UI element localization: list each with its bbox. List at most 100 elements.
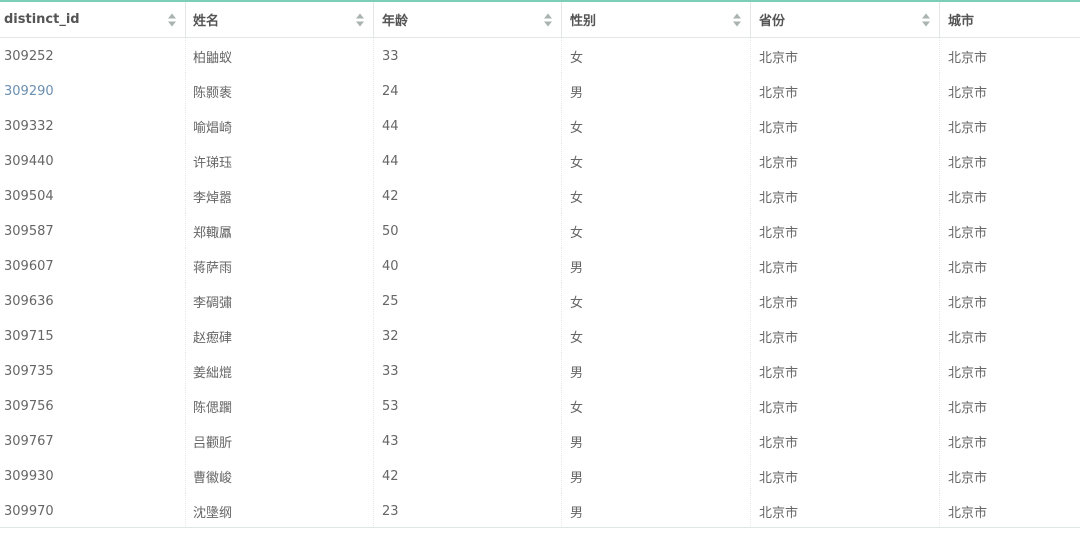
cell-text: 北京市 <box>948 400 988 416</box>
cell-text: 309715 <box>4 328 54 344</box>
cell-text: 女 <box>570 225 584 241</box>
table-row[interactable]: 309290 陈颢袠 24 男 北京市 北京市 <box>0 73 1080 108</box>
cell-text: 309504 <box>4 188 54 204</box>
table-row[interactable]: 309767 吕颧肵 43 男 北京市 北京市 <box>0 423 1080 458</box>
cell-text: 42 <box>382 188 399 204</box>
cell-text: 沈墬纲 <box>193 505 233 521</box>
table-row[interactable]: 309504 李焯嚣 42 女 北京市 北京市 <box>0 178 1080 213</box>
cell-text: 北京市 <box>948 85 988 101</box>
table-row[interactable]: 309636 李碉彇 25 女 北京市 北京市 <box>0 283 1080 318</box>
table-row[interactable]: 309930 曹徽峻 42 男 北京市 北京市 <box>0 458 1080 493</box>
cell-text: 309970 <box>4 503 54 519</box>
column-header-name[interactable]: 姓名 <box>185 2 373 37</box>
cell-text: 男 <box>570 505 584 521</box>
province-cell: 北京市 <box>750 318 939 353</box>
cell-text: 北京市 <box>948 260 988 276</box>
cell-text: 北京市 <box>948 295 988 311</box>
cell-text: 北京市 <box>948 155 988 171</box>
cell-text: 北京市 <box>759 190 799 206</box>
gender-cell: 女 <box>561 283 750 318</box>
cell-text: 北京市 <box>759 435 799 451</box>
table-row[interactable]: 309252 柏鼬蚁 33 女 北京市 北京市 <box>0 38 1080 73</box>
cell-text: 24 <box>382 83 399 99</box>
table-row[interactable]: 309970 沈墬纲 23 男 北京市 北京市 <box>0 493 1080 527</box>
table-row[interactable]: 309607 蒋萨雨 40 男 北京市 北京市 <box>0 248 1080 283</box>
column-header-label: distinct_id <box>4 12 80 27</box>
cell-text: 23 <box>382 503 399 519</box>
name-cell: 陈偲躙 <box>185 388 373 423</box>
table-row[interactable]: 309587 郑輙屭 50 女 北京市 北京市 <box>0 213 1080 248</box>
column-header-city[interactable]: 城市 <box>939 2 1080 37</box>
cell-text: 42 <box>382 468 399 484</box>
gender-cell: 男 <box>561 248 750 283</box>
gender-cell: 男 <box>561 73 750 108</box>
distinct-id-cell: 309715 <box>0 318 185 353</box>
age-cell: 44 <box>373 108 561 143</box>
name-cell: 陈颢袠 <box>185 73 373 108</box>
age-cell: 33 <box>373 38 561 73</box>
cell-text: 北京市 <box>759 470 799 486</box>
cell-text: 309930 <box>4 468 54 484</box>
cell-text: 女 <box>570 400 584 416</box>
cell-text: 北京市 <box>948 470 988 486</box>
cell-text: 赵瘛硉 <box>193 330 233 346</box>
distinct-id-cell: 309930 <box>0 458 185 493</box>
age-cell: 23 <box>373 493 561 527</box>
table-row[interactable]: 309735 姜絀熴 33 男 北京市 北京市 <box>0 353 1080 388</box>
name-cell: 吕颧肵 <box>185 423 373 458</box>
column-header-distinct-id[interactable]: distinct_id <box>0 2 185 37</box>
city-cell: 北京市 <box>939 213 1080 248</box>
distinct-id-cell: 309332 <box>0 108 185 143</box>
table-body: 309252 柏鼬蚁 33 女北京市 北京市 309290 陈颢袠 24 男北京市 北京市 3093… <box>0 38 1080 527</box>
sort-icon[interactable] <box>356 13 365 26</box>
column-header-gender[interactable]: 性别 <box>561 2 750 37</box>
cell-text: 陈颢袠 <box>193 85 233 101</box>
sort-icon[interactable] <box>733 13 742 26</box>
table-row[interactable]: 309756 陈偲躙 53 女 北京市 北京市 <box>0 388 1080 423</box>
gender-cell: 女 <box>561 38 750 73</box>
distinct-id-cell: 309504 <box>0 178 185 213</box>
distinct-id-cell: 309607 <box>0 248 185 283</box>
column-header-province[interactable]: 省份 <box>750 2 939 37</box>
cell-text: 北京市 <box>948 190 988 206</box>
column-header-age[interactable]: 年龄 <box>373 2 561 37</box>
gender-cell: 女 <box>561 388 750 423</box>
city-cell: 北京市 <box>939 248 1080 283</box>
name-cell: 柏鼬蚁 <box>185 38 373 73</box>
table-row[interactable]: 309715 赵瘛硉 32 女 北京市 北京市 <box>0 318 1080 353</box>
table-row[interactable]: 309332 喻焻崎 44 女 北京市 北京市 <box>0 108 1080 143</box>
cell-text: 北京市 <box>948 505 988 521</box>
cell-text: 309252 <box>4 48 54 64</box>
cell-text: 柏鼬蚁 <box>193 50 233 66</box>
province-cell: 北京市 <box>750 38 939 73</box>
cell-text: 女 <box>570 155 584 171</box>
gender-cell: 女 <box>561 213 750 248</box>
gender-cell: 男 <box>561 493 750 527</box>
name-cell: 李碉彇 <box>185 283 373 318</box>
sort-icon[interactable] <box>544 13 553 26</box>
cell-text: 男 <box>570 470 584 486</box>
table-header: distinct_id 姓名 年龄 性别 省份 城市 <box>0 2 1080 38</box>
cell-text: 男 <box>570 435 584 451</box>
cell-text: 309587 <box>4 223 54 239</box>
age-cell: 44 <box>373 143 561 178</box>
name-cell: 赵瘛硉 <box>185 318 373 353</box>
name-cell: 曹徽峻 <box>185 458 373 493</box>
table-row[interactable]: 309440 许珶珏 44 女 北京市 北京市 <box>0 143 1080 178</box>
sort-icon[interactable] <box>922 13 931 26</box>
cell-text: 男 <box>570 365 584 381</box>
province-cell: 北京市 <box>750 73 939 108</box>
name-cell: 郑輙屭 <box>185 213 373 248</box>
column-header-label: 性别 <box>570 14 597 29</box>
cell-text: 北京市 <box>948 330 988 346</box>
cell-text: 309607 <box>4 258 54 274</box>
cell-text: 北京市 <box>948 120 988 136</box>
province-cell: 北京市 <box>750 248 939 283</box>
cell-text: 北京市 <box>759 120 799 136</box>
province-cell: 北京市 <box>750 178 939 213</box>
sort-icon[interactable] <box>168 13 177 26</box>
age-cell: 42 <box>373 178 561 213</box>
cell-text: 309735 <box>4 363 54 379</box>
cell-text: 北京市 <box>759 365 799 381</box>
column-header-label: 城市 <box>948 14 975 29</box>
